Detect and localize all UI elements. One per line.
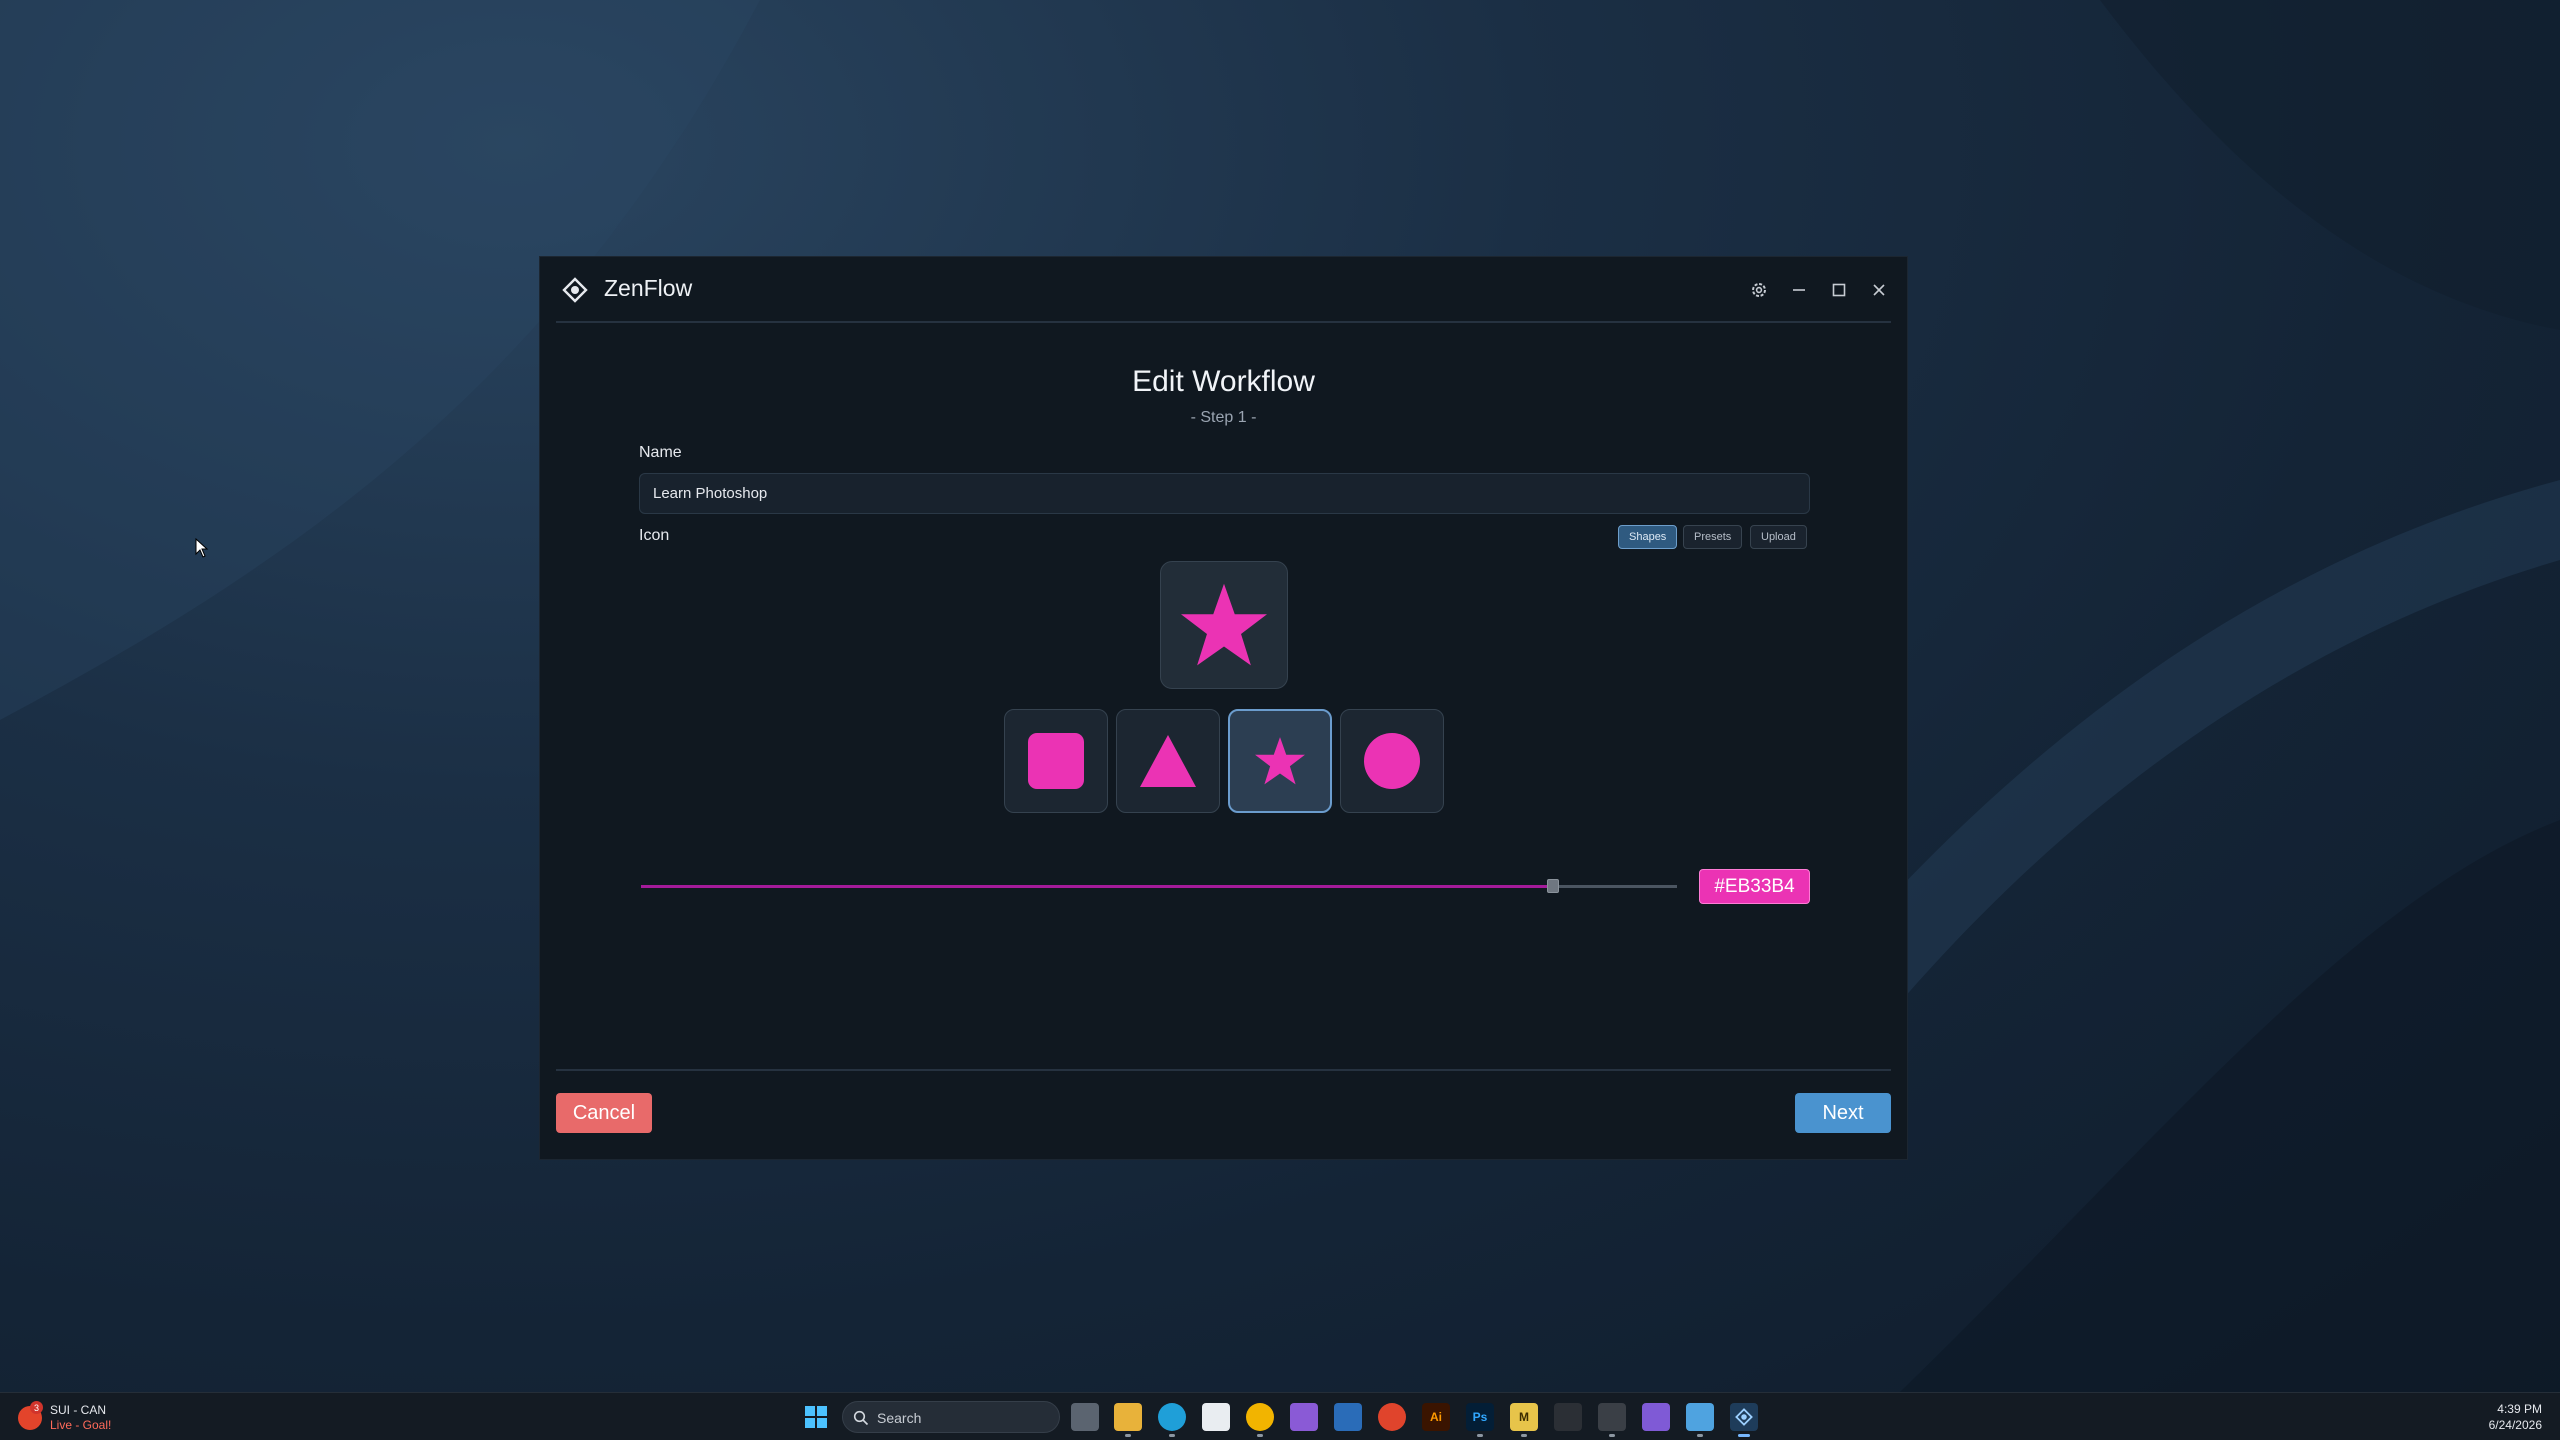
star-icon — [1255, 737, 1305, 785]
taskbar: 3 SUI - CAN Live - Goal! Search Ai Ps M … — [0, 1392, 2560, 1440]
task-view-icon[interactable] — [1071, 1403, 1099, 1431]
news-widget[interactable]: 3 SUI - CAN Live - Goal! — [18, 1401, 168, 1433]
tab-shapes[interactable]: Shapes — [1618, 525, 1678, 549]
star-icon — [1181, 583, 1267, 666]
widget-title: SUI - CAN — [50, 1403, 107, 1417]
powershell-icon[interactable] — [1334, 1403, 1362, 1431]
edge-icon[interactable] — [1158, 1403, 1186, 1437]
chrome-icon[interactable] — [1246, 1403, 1274, 1437]
clock-date: 6/24/2026 — [2488, 1418, 2542, 1432]
shape-option-square[interactable] — [1004, 709, 1108, 813]
minimize-icon — [1793, 289, 1805, 291]
maximize-icon — [1832, 283, 1846, 297]
shape-option-star[interactable] — [1228, 709, 1332, 813]
next-button[interactable]: Next — [1795, 1093, 1891, 1133]
color-slider[interactable] — [641, 879, 1677, 893]
taskbar-search[interactable]: Search — [842, 1401, 1060, 1433]
footer-divider — [556, 1069, 1891, 1071]
terminal-icon[interactable] — [1554, 1403, 1582, 1431]
square-icon — [1028, 733, 1084, 789]
notepad-plus-icon[interactable] — [1686, 1403, 1714, 1437]
page-title: Edit Workflow — [1132, 365, 1315, 398]
step-indicator: - Step 1 - — [1190, 409, 1257, 426]
notepad-icon[interactable] — [1202, 1403, 1230, 1431]
obsidian-icon[interactable] — [1642, 1403, 1670, 1431]
clock-time: 4:39 PM — [2497, 1402, 2542, 1416]
m-app-icon[interactable]: M — [1510, 1403, 1538, 1437]
mouse-pointer-icon — [195, 538, 209, 558]
cancel-button[interactable]: Cancel — [556, 1093, 652, 1133]
visual-studio-icon[interactable] — [1290, 1403, 1318, 1431]
minimize-button[interactable] — [1786, 277, 1812, 303]
icon-label: Icon — [639, 527, 670, 544]
photoshop-icon[interactable]: Ps — [1466, 1403, 1494, 1437]
system-clock[interactable]: 4:39 PM 6/24/2026 — [2489, 1401, 2542, 1433]
title-bar: ZenFlow — [556, 257, 1891, 323]
file-explorer-icon[interactable] — [1114, 1403, 1142, 1437]
circle-icon — [1364, 733, 1420, 789]
color-slider-fill — [641, 885, 1553, 888]
shape-option-circle[interactable] — [1340, 709, 1444, 813]
browser-icon[interactable] — [1378, 1403, 1406, 1431]
start-windows-icon[interactable] — [805, 1406, 827, 1428]
close-icon — [1873, 284, 1885, 296]
name-label: Name — [639, 444, 682, 461]
name-input[interactable] — [639, 473, 1810, 514]
maximize-button[interactable] — [1826, 277, 1852, 303]
notification-badge: 3 — [30, 1401, 43, 1414]
settings-button[interactable] — [1746, 277, 1772, 303]
search-icon — [853, 1410, 869, 1426]
icon-preview — [1160, 561, 1288, 689]
shape-option-triangle[interactable] — [1116, 709, 1220, 813]
search-placeholder: Search — [877, 1410, 922, 1426]
zenflow-logo-icon — [1735, 1408, 1753, 1426]
settings-icon — [1752, 283, 1766, 297]
illustrator-icon[interactable]: Ai — [1422, 1403, 1450, 1431]
app-window: ZenFlow Edit Workflow - Step 1 - Name Ic… — [539, 256, 1908, 1160]
terminal-admin-icon[interactable] — [1598, 1403, 1626, 1437]
zenflow-icon[interactable] — [1730, 1403, 1758, 1437]
close-button[interactable] — [1866, 277, 1892, 303]
app-name: ZenFlow — [604, 275, 693, 301]
zenflow-logo-icon — [562, 277, 588, 303]
color-hex-value[interactable]: #EB33B4 — [1699, 869, 1810, 904]
tab-upload[interactable]: Upload — [1750, 525, 1807, 549]
color-slider-handle[interactable] — [1547, 879, 1559, 893]
widget-subtitle: Live - Goal! — [50, 1418, 112, 1432]
tab-presets[interactable]: Presets — [1683, 525, 1743, 549]
triangle-icon — [1140, 735, 1196, 787]
